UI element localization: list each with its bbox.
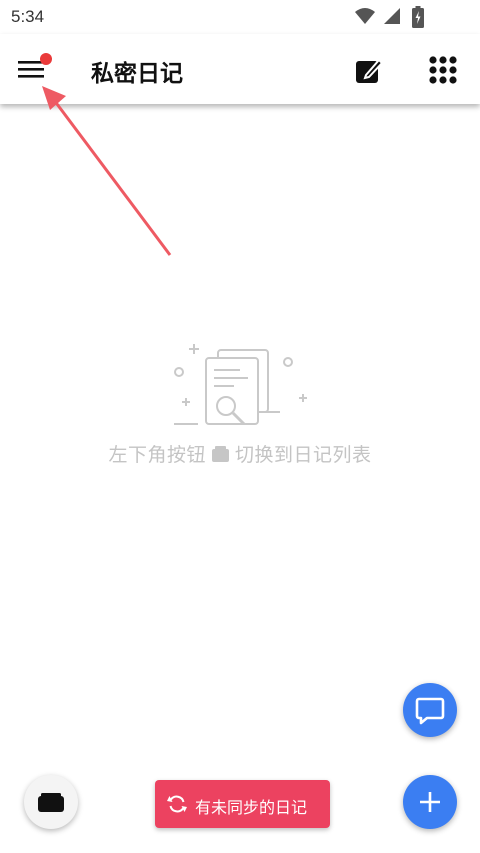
edit-icon [356, 58, 384, 83]
status-time: 5:34 [11, 7, 45, 26]
folder-icon [38, 793, 64, 812]
sync-button[interactable]: 有未同步的日记 [155, 780, 330, 828]
empty-hint: 左下角按钮 切换到日记列表 [0, 440, 480, 467]
app-bar: 私密日记 [0, 34, 480, 104]
empty-hint-after: 切换到日记列表 [235, 444, 372, 466]
page-title: 私密日记 [91, 61, 183, 87]
new-diary-button[interactable] [354, 56, 384, 86]
empty-hint-before: 左下角按钮 [108, 444, 206, 466]
sync-icon [167, 795, 187, 813]
plus-icon [420, 792, 440, 812]
battery-icon [412, 6, 424, 28]
add-diary-button[interactable] [403, 775, 457, 829]
search-document-icon [174, 344, 307, 426]
grid-icon [429, 56, 457, 84]
apps-grid-button[interactable] [428, 55, 458, 85]
sync-button-label: 有未同步的日记 [195, 798, 308, 817]
wifi-icon [355, 8, 375, 24]
signal-icon [384, 8, 400, 24]
folder-icon [212, 446, 229, 462]
menu-button[interactable] [15, 53, 52, 86]
empty-state: 左下角按钮 切换到日记列表 [0, 340, 480, 480]
status-bar: 5:34 [0, 0, 480, 34]
chat-icon [415, 697, 445, 725]
diary-list-button[interactable] [24, 775, 78, 829]
chat-button[interactable] [403, 683, 457, 737]
notification-dot [40, 53, 52, 65]
